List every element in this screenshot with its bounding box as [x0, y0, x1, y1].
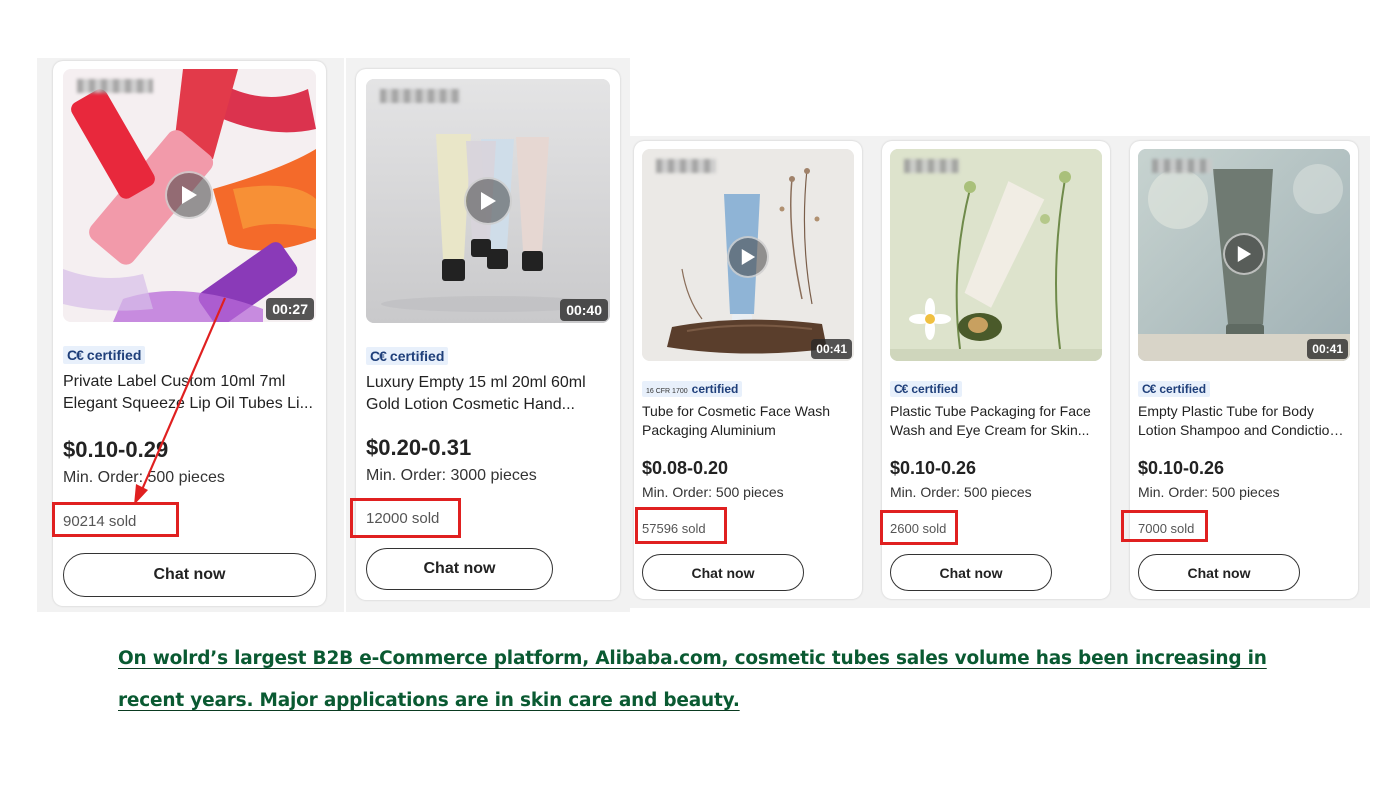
video-duration: 00:40 — [560, 299, 608, 321]
play-icon[interactable] — [464, 177, 512, 225]
certified-label: certified — [911, 382, 959, 396]
sold-highlight-box — [1121, 510, 1208, 542]
caption-line: recent years. Major applications are in … — [118, 690, 740, 711]
product-title-line: Lotion Shampoo and Condictione... — [1138, 421, 1350, 438]
product-title-line: Tube for Cosmetic Face Wash — [642, 403, 831, 419]
price-range: $0.20-0.31 — [366, 435, 472, 460]
play-icon[interactable] — [165, 171, 213, 219]
video-duration: 00:27 — [266, 298, 314, 320]
min-order: Min. Order: 500 pieces — [1138, 484, 1280, 500]
min-order: Min. Order: 500 pieces — [642, 484, 784, 500]
price-range: $0.08-0.20 — [642, 458, 729, 478]
product-image[interactable]: 00:41 — [642, 149, 854, 361]
chat-now-button[interactable]: Chat now — [642, 554, 804, 591]
min-order: Min. Order: 3000 pieces — [366, 467, 537, 484]
product-title-line: Private Label Custom 10ml 7ml — [63, 373, 286, 390]
product-title[interactable]: Luxury Empty 15 ml 20ml 60ml Gold Lotion… — [366, 372, 611, 416]
product-title-line: Wash and Eye Cream for Skin... — [890, 421, 1090, 438]
product-title-line: Empty Plastic Tube for Body — [1138, 403, 1314, 419]
chat-now-button[interactable]: Chat now — [1138, 554, 1300, 591]
certified-label: certified — [691, 382, 739, 396]
blurred-logo — [656, 159, 716, 173]
ce-mark-icon: C€ — [894, 382, 908, 396]
sold-highlight-box — [635, 507, 727, 544]
blurred-logo — [380, 89, 460, 103]
product-image[interactable]: 00:40 — [366, 79, 610, 323]
certified-label: certified — [86, 347, 142, 363]
product-title[interactable]: Plastic Tube Packaging for Face Wash and… — [890, 402, 1102, 439]
blurred-logo — [904, 159, 959, 173]
product-image[interactable] — [890, 149, 1102, 361]
sold-highlight-box — [52, 502, 179, 537]
product-title[interactable]: Private Label Custom 10ml 7ml Elegant Sq… — [63, 371, 318, 415]
certified-label: certified — [389, 348, 445, 364]
blurred-logo — [1152, 159, 1212, 173]
chat-now-button[interactable]: Chat now — [63, 553, 316, 597]
chat-now-button[interactable]: Chat now — [366, 548, 553, 590]
certified-badge: C€ certified — [890, 381, 963, 397]
chat-now-button[interactable]: Chat now — [890, 554, 1052, 591]
certified-badge: 16 CFR 1700 certified — [642, 381, 743, 397]
ce-mark-icon: C€ — [67, 347, 84, 363]
product-title-line: Plastic Tube Packaging for Face — [890, 403, 1091, 419]
ce-mark-icon: C€ — [1142, 382, 1156, 396]
play-icon[interactable] — [727, 236, 769, 278]
caption-line: On wolrd’s largest B2B e-Commerce platfo… — [118, 648, 1267, 669]
product-image[interactable]: 00:41 — [1138, 149, 1350, 361]
product-title-line: Elegant Squeeze Lip Oil Tubes Li... — [63, 395, 313, 412]
certified-badge: C€ certified — [1138, 381, 1211, 397]
price-range: $0.10-0.29 — [63, 437, 169, 462]
cfr-mark-icon: 16 CFR 1700 — [646, 388, 688, 395]
video-duration: 00:41 — [1307, 339, 1348, 359]
price-range: $0.10-0.26 — [1138, 458, 1225, 478]
product-title[interactable]: Tube for Cosmetic Face Wash Packaging Al… — [642, 402, 854, 439]
product-title[interactable]: Empty Plastic Tube for Body Lotion Shamp… — [1138, 402, 1350, 439]
price-range: $0.10-0.26 — [890, 458, 977, 478]
product-title-line: Luxury Empty 15 ml 20ml 60ml — [366, 374, 586, 391]
product-image[interactable]: 00:27 — [63, 69, 316, 322]
white-face-wash-tube-image — [890, 149, 1102, 361]
certified-label: certified — [1159, 382, 1207, 396]
sold-highlight-box — [350, 498, 461, 538]
product-title-line: Gold Lotion Cosmetic Hand... — [366, 396, 575, 413]
min-order: Min. Order: 500 pieces — [890, 484, 1032, 500]
video-duration: 00:41 — [811, 339, 852, 359]
blurred-logo — [77, 79, 153, 93]
ce-mark-icon: C€ — [370, 348, 387, 364]
play-icon[interactable] — [1223, 233, 1265, 275]
certified-badge: C€ certified — [366, 347, 449, 365]
sold-highlight-box — [880, 510, 958, 545]
min-order: Min. Order: 500 pieces — [63, 469, 225, 486]
certified-badge: C€ certified — [63, 346, 146, 364]
product-title-line: Packaging Aluminium — [642, 421, 776, 438]
